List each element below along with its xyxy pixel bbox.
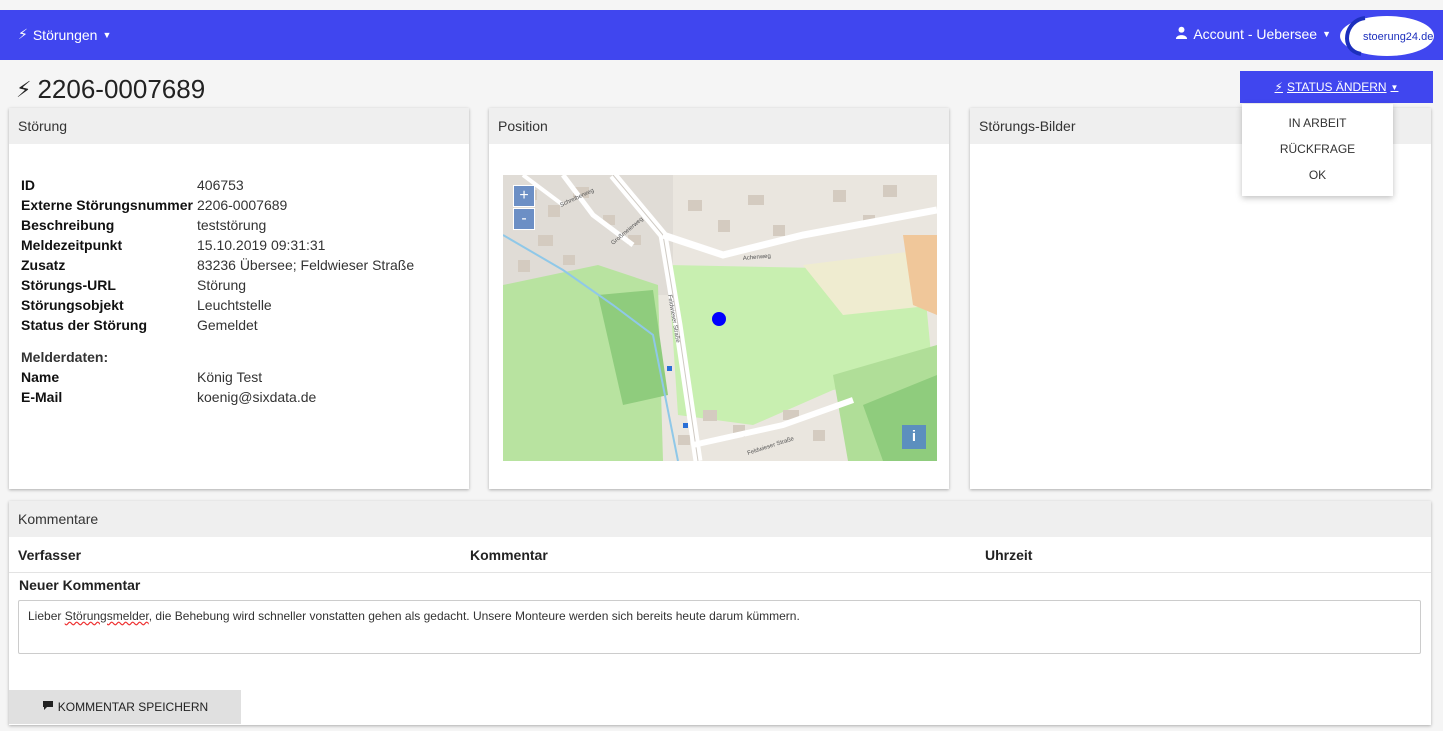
comment-icon xyxy=(42,700,54,714)
map-info-button[interactable]: i xyxy=(902,425,926,449)
caret-down-icon: ▼ xyxy=(102,29,112,40)
field-value: 15.10.2019 09:31:31 xyxy=(197,237,326,253)
field-label: Zusatz xyxy=(21,257,66,273)
status-dropdown: IN ARBEIT RÜCKFRAGE OK xyxy=(1242,104,1393,196)
field-value: 2206-0007689 xyxy=(197,197,288,213)
field-value: Gemeldet xyxy=(197,317,258,333)
stoerungs-url-link[interactable]: Störung xyxy=(197,275,246,295)
column-header-kommentar: Kommentar xyxy=(470,547,548,563)
bolt-icon: ⚡︎ xyxy=(1274,80,1283,94)
status-option-in-arbeit[interactable]: IN ARBEIT xyxy=(1242,110,1393,136)
top-navbar: ⚡︎ Störungen ▼ Account - Uebersee ▼ stoe… xyxy=(0,10,1443,60)
status-aendern-label: STATUS ÄNDERN xyxy=(1286,80,1387,94)
map-view[interactable]: Schreiberweg Großmeierweg Achenweg Feldw… xyxy=(503,175,937,461)
column-header-verfasser: Verfasser xyxy=(18,547,82,563)
zoom-in-button[interactable]: + xyxy=(513,185,535,207)
stoerung-panel-heading: Störung xyxy=(9,108,469,144)
map-graphic: Schreiberweg Großmeierweg Achenweg Feldw… xyxy=(503,175,937,461)
field-value: 83236 Übersee; Feldwieser Straße xyxy=(197,257,415,273)
status-option-ok[interactable]: OK xyxy=(1242,162,1393,188)
kommentar-speichern-label: KOMMENTAR SPEICHERN xyxy=(57,700,209,714)
kommentar-speichern-button[interactable]: KOMMENTAR SPEICHERN xyxy=(9,690,241,724)
bolt-icon: ⚡︎ xyxy=(16,76,32,102)
kommentare-panel: Kommentare Verfasser Kommentar Uhrzeit N… xyxy=(9,501,1431,725)
column-header-uhrzeit: Uhrzeit xyxy=(985,547,1033,563)
position-panel: Position Schreiberweg Großmeierweg Achen… xyxy=(489,108,949,489)
caret-down-icon: ▼ xyxy=(1322,29,1331,39)
field-label: Störungsobjekt xyxy=(21,297,124,313)
stoerungen-menu-label: Störungen xyxy=(32,26,98,43)
field-label: Meldezeitpunkt xyxy=(21,237,123,253)
field-value: König Test xyxy=(197,369,263,385)
stoerung-panel: Störung ID 406753 Externe Störungsnummer 2… xyxy=(9,108,469,489)
field-label: ID xyxy=(21,177,35,193)
account-menu[interactable]: Account - Uebersee ▼ xyxy=(1175,26,1331,42)
location-marker xyxy=(712,312,726,326)
field-value: teststörung xyxy=(197,217,267,233)
stoerung24-logo[interactable]: stoerung24.de xyxy=(1335,12,1435,58)
position-panel-heading: Position xyxy=(489,108,949,144)
caret-down-icon: ▼ xyxy=(1390,82,1399,92)
page-title-text: 2206-0007689 xyxy=(37,74,206,104)
zoom-out-button[interactable]: - xyxy=(513,208,535,230)
field-label: Störungs-URL xyxy=(21,277,116,293)
logo-text: stoerung24.de xyxy=(1363,31,1433,43)
status-option-rueckfrage[interactable]: RÜCKFRAGE xyxy=(1242,136,1393,162)
field-label: E-Mail xyxy=(21,389,63,405)
field-value: Leuchtstelle xyxy=(197,297,272,313)
melderdaten-heading: Melderdaten: xyxy=(21,349,109,365)
bolt-icon: ⚡︎ xyxy=(18,26,28,42)
comment-textarea[interactable] xyxy=(18,600,1421,654)
field-label: Externe Störungsnummer xyxy=(21,197,193,213)
field-label: Name xyxy=(21,369,60,385)
status-aendern-button[interactable]: ⚡︎ STATUS ÄNDERN ▼ xyxy=(1240,71,1433,103)
kommentare-heading: Kommentare xyxy=(9,501,1431,537)
account-label: Account - Uebersee xyxy=(1193,26,1318,42)
page-title: ⚡︎ 2206-0007689 xyxy=(16,74,205,105)
user-icon xyxy=(1175,26,1188,42)
field-label: Beschreibung xyxy=(21,217,115,233)
new-comment-label: Neuer Kommentar xyxy=(19,577,141,593)
comments-table-header: Verfasser Kommentar Uhrzeit xyxy=(9,537,1431,573)
stoerung-details: ID 406753 Externe Störungsnummer 2206-0007… xyxy=(21,175,414,407)
field-label: Status der Störung xyxy=(21,317,148,333)
stoerungen-menu[interactable]: ⚡︎ Störungen ▼ xyxy=(18,26,111,43)
field-value: 406753 xyxy=(197,177,244,193)
field-value: koenig@sixdata.de xyxy=(197,389,317,405)
